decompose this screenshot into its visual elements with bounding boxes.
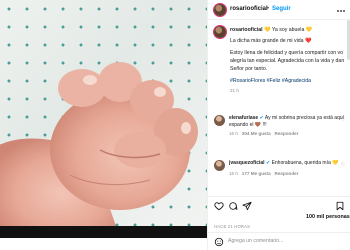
likes-count[interactable]: 100 mil personas — [306, 214, 350, 220]
comment-likes[interactable]: 304 Me gusta — [242, 131, 271, 136]
comment-time: 16 h — [229, 171, 238, 176]
comment-like-icon[interactable]: ♡ — [341, 162, 345, 169]
caption-line-5: Señor por tanto. — [230, 66, 268, 72]
caption-line-4: alegría tan especial. Agradecida con la … — [230, 58, 345, 64]
comment-text: Ay mi sobrina preciosa ya está aquí — [264, 115, 345, 121]
share-icon[interactable] — [242, 201, 252, 211]
photo-bottom-bar — [0, 226, 207, 238]
caption-line-2: La dicha más grande de mi vida ❤️ — [230, 38, 312, 44]
post-actions-bar: 100 mil personas HACE 21 HORAS — [208, 196, 350, 231]
baby-hand-illustration — [0, 62, 198, 238]
post-details-panel: rosariooficial • Seguir rosariooficial 💛… — [207, 0, 350, 250]
caption-username[interactable]: rosariooficial — [230, 27, 263, 33]
reply-button[interactable]: Responder — [275, 171, 299, 176]
author-avatar[interactable] — [214, 4, 226, 16]
more-icon[interactable] — [336, 6, 346, 16]
caption-line-1: 💛 Ya soy abuela 💛 — [264, 27, 313, 33]
instagram-post-frame: rosariooficial • Seguir rosariooficial 💛… — [0, 0, 350, 250]
comment-username[interactable]: elenafuriase — [229, 115, 258, 121]
post-photo[interactable] — [0, 0, 207, 238]
caption-time: 21 h — [230, 88, 239, 93]
reply-button[interactable]: Responder — [275, 131, 299, 136]
bookmark-icon[interactable] — [335, 201, 345, 211]
comment-time: 16 h — [229, 131, 238, 136]
comment-like-icon[interactable]: ♡ — [341, 117, 345, 124]
add-comment-bar: Agrega un comentario... — [208, 232, 350, 250]
verified-badge-icon: ✔ — [259, 115, 264, 121]
comment-text-cont: expando el 🤎 !!! — [229, 122, 267, 128]
post-header: rosariooficial • Seguir — [208, 0, 350, 20]
follow-button[interactable]: Seguir — [272, 6, 291, 12]
comment-avatar[interactable] — [214, 160, 225, 171]
author-username[interactable]: rosariooficial — [230, 6, 268, 12]
comment-text: Enhorabuena, querida mía 💛 — [271, 160, 339, 166]
caption-hashtags[interactable]: #RosarioFlores #Feliz #Agradecida — [230, 77, 350, 85]
add-comment-input[interactable]: Agrega un comentario... — [228, 238, 283, 244]
comment-likes[interactable]: 177 Me gusta — [242, 171, 271, 176]
comment-username[interactable]: jvasquezoficial — [229, 160, 265, 166]
header-separator: • — [267, 6, 270, 12]
comment-icon[interactable] — [228, 201, 238, 211]
heart-icon[interactable] — [214, 201, 224, 211]
smile-icon[interactable] — [214, 237, 224, 247]
caption-avatar[interactable] — [214, 26, 226, 38]
caption-line-3: Estoy llena de felicidad y quería compar… — [230, 50, 344, 56]
post-date: HACE 21 HORAS — [214, 224, 251, 229]
verified-badge-icon: ✔ — [265, 160, 271, 166]
comment-avatar[interactable] — [214, 115, 225, 126]
